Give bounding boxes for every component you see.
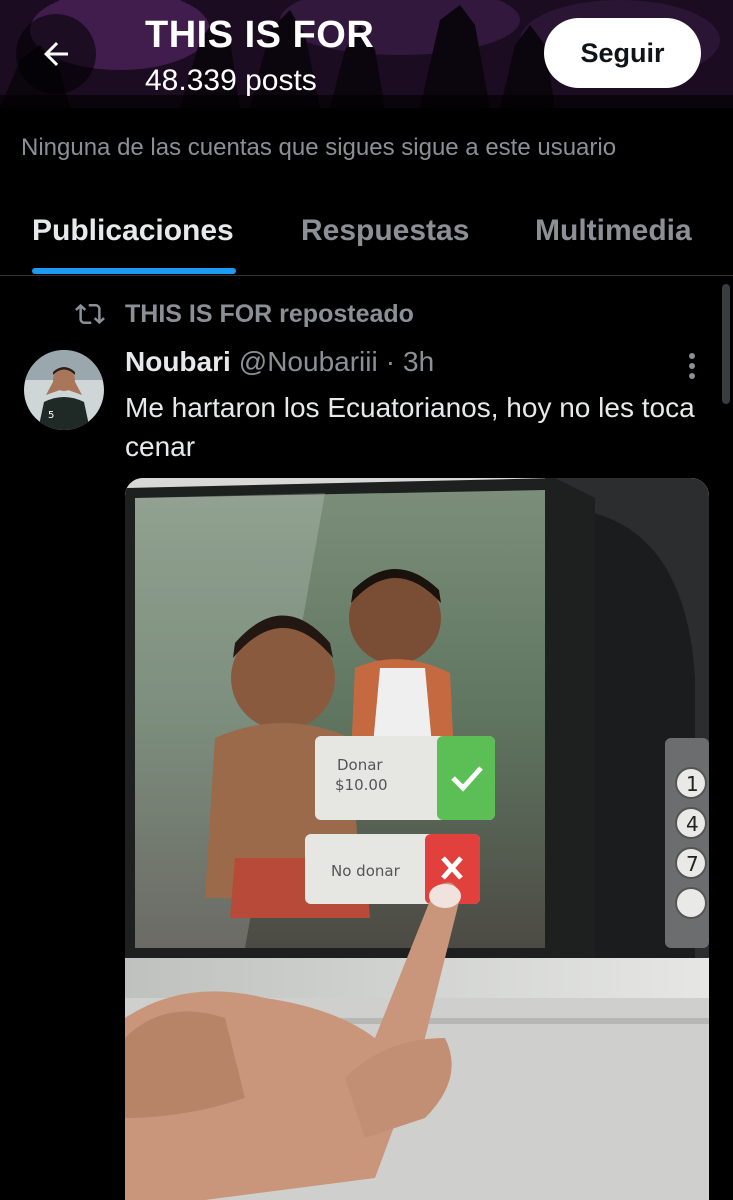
profile-header: THIS IS FOR 48.339 posts Seguir [0,0,733,108]
avatar[interactable]: 5 [24,350,104,430]
post-media[interactable]: 1 4 7 Donar $10.00 No donar [125,478,709,1200]
more-options-icon[interactable] [678,350,706,382]
scrollbar[interactable] [722,284,730,404]
profile-title: THIS IS FOR [145,14,375,56]
post-time[interactable]: 3h [403,346,434,378]
tabs-divider [0,275,733,276]
tab-respuestas[interactable]: Respuestas [301,214,469,248]
svg-text:No donar: No donar [331,862,401,880]
profile-tabs: Publicaciones Respuestas Multimedia [0,196,733,276]
tab-multimedia[interactable]: Multimedia [535,214,692,248]
donate-button-graphic: Donar $10.00 [315,736,495,820]
svg-text:$10.00: $10.00 [335,776,388,794]
back-arrow-icon [44,42,68,66]
author-handle[interactable]: @Noubariii [239,346,378,378]
post-author-row: Noubari @Noubariii · 3h [125,346,434,378]
repost-indicator: THIS IS FOR reposteado [75,296,414,332]
follow-button[interactable]: Seguir [544,18,701,88]
repost-label: THIS IS FOR reposteado [125,299,414,328]
meta-separator: · [385,346,396,377]
svg-text:5: 5 [48,410,54,421]
back-button[interactable] [16,14,96,94]
repost-icon [75,303,105,325]
post-image: 1 4 7 Donar $10.00 No donar [125,478,709,1200]
svg-text:Donar: Donar [337,756,383,774]
followers-you-know-note: Ninguna de las cuentas que sigues sigue … [21,134,617,161]
post-text: Me hartaron los Ecuatorianos, hoy no les… [125,392,695,462]
avatar-image: 5 [24,350,104,430]
author-name[interactable]: Noubari [125,346,231,378]
posts-count: 48.339 posts [145,64,317,97]
active-tab-indicator [32,268,236,274]
svg-text:1: 1 [686,772,699,796]
tab-publicaciones[interactable]: Publicaciones [32,214,234,248]
svg-text:7: 7 [686,852,699,876]
svg-text:4: 4 [686,812,699,836]
